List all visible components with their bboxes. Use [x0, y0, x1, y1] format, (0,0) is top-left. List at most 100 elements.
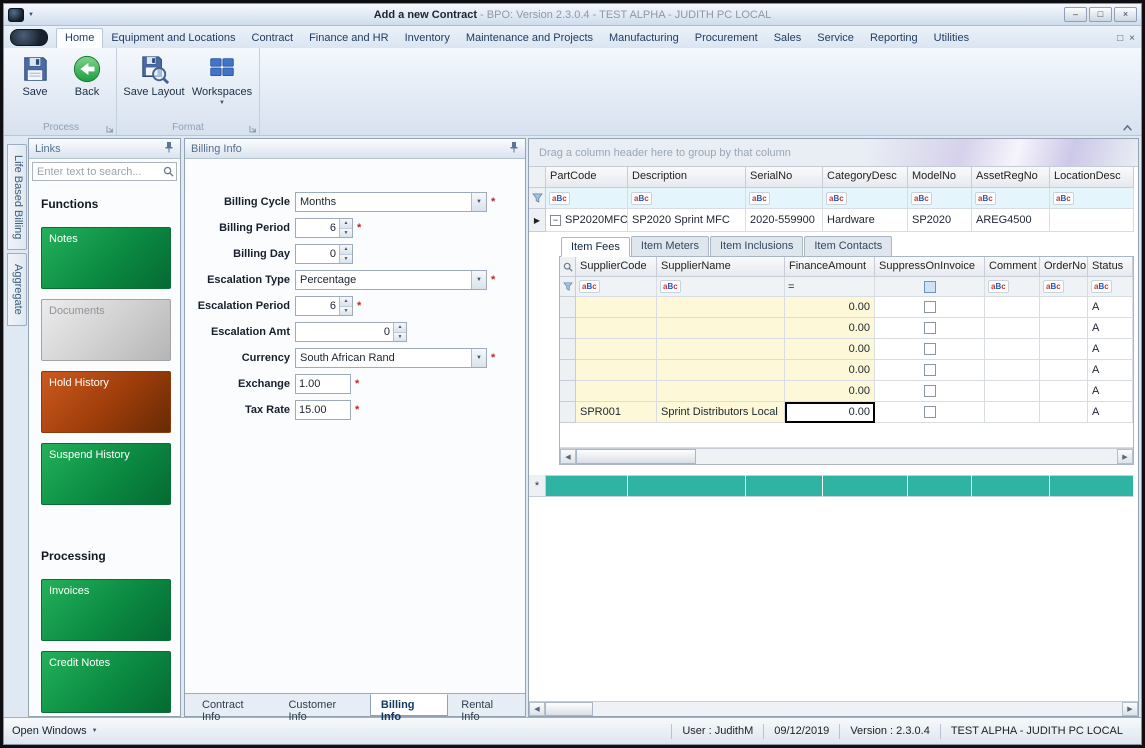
child-close-button[interactable]: ×	[1129, 33, 1135, 45]
tab-finance-and-hr[interactable]: Finance and HR	[301, 29, 397, 48]
cell-suppressoninvoice[interactable]	[875, 318, 985, 339]
column-header-financeamount[interactable]: FinanceAmount	[785, 257, 875, 277]
checkbox-unchecked[interactable]	[923, 385, 936, 397]
checkbox-unchecked[interactable]	[923, 364, 936, 376]
checkbox-unchecked[interactable]	[923, 406, 936, 418]
tab-procurement[interactable]: Procurement	[687, 29, 766, 48]
suspend-history-button[interactable]: Suspend History	[41, 443, 171, 505]
save-layout-button[interactable]: Save Layout	[121, 52, 187, 98]
column-header-modelno[interactable]: ModelNo	[908, 167, 972, 188]
column-header-partcode[interactable]: PartCode	[546, 167, 628, 188]
column-header-comment[interactable]: Comment	[985, 257, 1040, 277]
checkbox-unchecked[interactable]	[923, 322, 936, 334]
detail-search-icon[interactable]	[560, 257, 576, 277]
spin-up-icon[interactable]: ▲	[340, 219, 352, 229]
filter-cell-status[interactable]: aBc	[1088, 277, 1133, 297]
cell-partcode[interactable]: − SP2020MFC	[546, 209, 628, 232]
cell-suppressoninvoice[interactable]	[875, 339, 985, 360]
tab-home[interactable]: Home	[56, 28, 104, 48]
cell-comment[interactable]	[985, 297, 1040, 318]
cell-orderno[interactable]	[1040, 381, 1088, 402]
detail-row[interactable]: 0.00 A	[560, 381, 1133, 402]
column-header-locationdesc[interactable]: LocationDesc	[1050, 167, 1134, 188]
tab-reporting[interactable]: Reporting	[862, 29, 926, 48]
abc-filter-type-icon[interactable]: aBc	[549, 191, 570, 205]
cell-locationdesc[interactable]	[1050, 209, 1134, 232]
cell-suppliercode[interactable]	[576, 339, 657, 360]
abc-filter-type-icon[interactable]: aBc	[1053, 191, 1074, 205]
cell-orderno[interactable]	[1040, 360, 1088, 381]
append-cell-locationdesc[interactable]	[1050, 475, 1134, 497]
abc-filter-type-icon[interactable]: aBc	[660, 280, 681, 293]
cell-suppressoninvoice[interactable]	[875, 297, 985, 318]
cell-financeamount[interactable]: 0.00	[785, 339, 875, 360]
append-cell-description[interactable]	[628, 475, 746, 497]
filter-row-icon[interactable]	[529, 188, 546, 209]
scroll-thumb[interactable]	[545, 702, 593, 716]
append-cell-assetregno[interactable]	[972, 475, 1050, 497]
billing-period-stepper[interactable]: 6 ▲ ▼	[295, 218, 353, 238]
side-tab-life-based-billing[interactable]: Life Based Billing	[7, 144, 27, 251]
detail-filter-row-icon[interactable]	[560, 277, 576, 297]
filter-cell-description[interactable]: aBc	[628, 188, 746, 209]
cell-suppressoninvoice[interactable]	[875, 360, 985, 381]
notes-button[interactable]: Notes	[41, 227, 171, 289]
cell-status[interactable]: A	[1088, 297, 1133, 318]
cell-financeamount[interactable]: 0.00	[785, 318, 875, 339]
abc-filter-type-icon[interactable]: aBc	[826, 191, 847, 205]
append-cell-partcode[interactable]	[546, 475, 628, 497]
detail-row[interactable]: 0.00 A	[560, 318, 1133, 339]
tab-item-contacts[interactable]: Item Contacts	[804, 236, 893, 256]
search-input[interactable]	[33, 165, 160, 178]
cell-suppliername[interactable]	[657, 360, 785, 381]
child-restore-button[interactable]: □	[1117, 33, 1123, 45]
cell-status[interactable]: A	[1088, 381, 1133, 402]
billing-cycle-dropdown[interactable]: Months ▼	[295, 192, 487, 212]
cell-comment[interactable]	[985, 318, 1040, 339]
filter-cell-financeamount[interactable]: =	[785, 277, 875, 297]
filter-cell-serialno[interactable]: aBc	[746, 188, 823, 209]
cell-comment[interactable]	[985, 402, 1040, 423]
spin-up-icon[interactable]: ▲	[340, 245, 352, 255]
column-header-description[interactable]: Description	[628, 167, 746, 188]
spin-down-icon[interactable]: ▼	[340, 306, 352, 315]
cell-status[interactable]: A	[1088, 339, 1133, 360]
abc-filter-type-icon[interactable]: aBc	[911, 191, 932, 205]
filter-cell-suppliercode[interactable]: aBc	[576, 277, 657, 297]
filter-cell-comment[interactable]: aBc	[985, 277, 1040, 297]
grid-horizontal-scrollbar[interactable]: ◀ ▶	[529, 701, 1138, 716]
abc-filter-type-icon[interactable]: aBc	[1091, 280, 1112, 293]
detail-row[interactable]: 0.00 A	[560, 297, 1133, 318]
checkbox-indeterminate[interactable]	[923, 280, 936, 293]
cell-categorydesc[interactable]: Hardware	[823, 209, 908, 232]
escalation-period-stepper[interactable]: 6 ▲ ▼	[295, 296, 353, 316]
search-icon[interactable]	[160, 166, 176, 177]
workspaces-button[interactable]: Workspaces ▼	[189, 52, 255, 106]
scroll-thumb[interactable]	[576, 449, 696, 464]
cell-financeamount[interactable]: 0.00	[785, 360, 875, 381]
cell-orderno[interactable]	[1040, 402, 1088, 423]
abc-filter-type-icon[interactable]: aBc	[975, 191, 996, 205]
detail-row-focused[interactable]: SPR001 Sprint Distributors Local 0.00 A	[560, 402, 1133, 423]
spin-up-icon[interactable]: ▲	[340, 297, 352, 307]
abc-filter-type-icon[interactable]: aBc	[631, 191, 652, 205]
tab-equipment-and-locations[interactable]: Equipment and Locations	[103, 29, 243, 48]
minimize-button[interactable]: –	[1064, 7, 1087, 22]
cell-orderno[interactable]	[1040, 318, 1088, 339]
abc-filter-type-icon[interactable]: aBc	[988, 280, 1009, 293]
tab-utilities[interactable]: Utilities	[926, 29, 977, 48]
tab-customer-info[interactable]: Customer Info	[277, 694, 367, 723]
scroll-track[interactable]	[576, 449, 1117, 464]
cell-suppliername[interactable]	[657, 381, 785, 402]
filter-cell-suppressoninvoice[interactable]	[875, 277, 985, 297]
hold-history-button[interactable]: Hold History	[41, 371, 171, 433]
spin-down-icon[interactable]: ▼	[340, 228, 352, 237]
column-header-assetregno[interactable]: AssetRegNo	[972, 167, 1050, 188]
detail-horizontal-scrollbar[interactable]: ◀ ▶	[560, 448, 1133, 464]
scroll-left-button[interactable]: ◀	[560, 449, 576, 464]
billing-day-stepper[interactable]: 0 ▲ ▼	[295, 244, 353, 264]
open-windows-button[interactable]: Open Windows ▼	[12, 725, 98, 737]
detail-row[interactable]: 0.00 A	[560, 360, 1133, 381]
abc-filter-type-icon[interactable]: aBc	[1043, 280, 1064, 293]
chevron-down-icon[interactable]: ▼	[471, 193, 486, 211]
